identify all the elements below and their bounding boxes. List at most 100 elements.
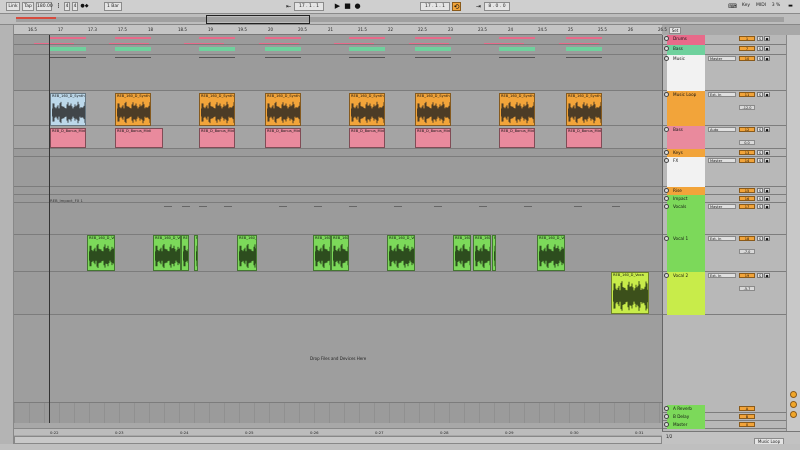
drums-clip-stripe[interactable] <box>415 37 451 39</box>
track-lane[interactable] <box>14 203 662 235</box>
track-lane[interactable] <box>14 45 662 55</box>
set-button[interactable]: Set <box>669 27 681 34</box>
track-io-select[interactable]: Master <box>708 56 736 61</box>
solo-button[interactable]: S <box>757 36 763 41</box>
track-name[interactable]: Rise <box>666 187 706 194</box>
track-activator[interactable]: 18 <box>739 236 755 241</box>
bass-clip-stripe[interactable] <box>115 47 151 51</box>
audio-clip[interactable]: REB_D_Bonus_Midi <box>115 128 163 148</box>
audio-clip[interactable]: REB_160_D_Synth <box>349 93 385 126</box>
tempo-field[interactable]: 180.00 <box>36 2 53 11</box>
track-activator[interactable]: 19 <box>739 273 755 278</box>
track-io-select[interactable]: Auto <box>708 127 736 132</box>
key-map-button[interactable]: Key <box>740 2 752 11</box>
audio-clip[interactable]: REB_160_D_Voca <box>611 272 649 314</box>
audio-clip[interactable]: REB_160_D_Voca <box>473 235 491 271</box>
link-button[interactable]: Link <box>6 2 20 11</box>
bass-clip-stripe[interactable] <box>349 47 385 51</box>
return-activator[interactable]: 0 <box>739 422 755 427</box>
bass-clip-stripe[interactable] <box>265 47 301 51</box>
track-activator[interactable]: 1 <box>739 36 755 41</box>
track-header[interactable]: Rise 15 S ● <box>663 187 787 195</box>
audio-clip[interactable]: REB_160_D_Voca <box>492 235 496 271</box>
track-activator[interactable]: 15 <box>739 188 755 193</box>
computer-keyboard-icon[interactable]: ⌨ <box>728 2 737 11</box>
audio-clip[interactable]: REB_160_D_Voca <box>331 235 349 271</box>
time-ruler[interactable]: 0:22 0:23 0:24 0:25 0:26 0:27 0:28 0:29 0:30 0:31 <box>14 428 662 435</box>
track-activator[interactable]: 10 <box>739 56 755 61</box>
audio-clip[interactable]: REB_D_Bonus_Midi <box>566 128 602 148</box>
audio-clip[interactable]: REB_160_D_Voca <box>181 235 189 271</box>
loop-start-field[interactable]: 17 . 1 . 1 <box>420 2 450 11</box>
play-icon[interactable]: ▶ <box>333 2 342 11</box>
music-clip-stripe[interactable] <box>499 57 535 58</box>
track-header[interactable]: Keys 13 S ● <box>663 149 787 157</box>
horizontal-scrollbar[interactable] <box>14 436 662 444</box>
audio-clip[interactable]: REB_160_D_Synth <box>265 93 301 126</box>
track-name[interactable]: Vocals <box>666 203 706 210</box>
track-name[interactable]: Drums <box>666 35 706 42</box>
track-header[interactable]: Vocal 1 Ext. In 18 S ● -7.0 <box>663 235 787 272</box>
track-lane[interactable] <box>14 91 662 126</box>
return-track-header[interactable]: A Reverb A <box>663 405 787 413</box>
arm-button[interactable]: ● <box>764 127 770 132</box>
track-name[interactable]: Music <box>666 55 706 62</box>
track-activator[interactable]: 16 <box>739 196 755 201</box>
zoom-out-icon[interactable] <box>790 411 797 418</box>
track-io-select[interactable]: Master <box>708 158 736 163</box>
track-lane[interactable] <box>14 157 662 187</box>
arrangement-position-icon[interactable]: ⇤ <box>284 2 293 11</box>
solo-button[interactable]: S <box>757 127 763 132</box>
zoom-in-icon[interactable] <box>790 391 797 398</box>
drums-clip-stripe[interactable] <box>566 37 602 39</box>
track-lane[interactable] <box>14 126 662 149</box>
audio-clip[interactable]: REB_160_D_Voca <box>537 235 565 271</box>
return-name[interactable]: A Reverb <box>666 405 706 412</box>
arm-button[interactable]: ● <box>764 204 770 209</box>
music-clip-stripe[interactable] <box>199 57 235 58</box>
drums-clip-stripe[interactable] <box>115 37 151 39</box>
music-clip-stripe[interactable] <box>265 57 301 58</box>
bass-clip-stripe[interactable] <box>499 47 535 51</box>
audio-clip[interactable]: REB_D_Bonus_Midi <box>50 128 86 148</box>
audio-clip[interactable]: REB_160_D_Voca <box>87 235 115 271</box>
solo-button[interactable]: S <box>757 150 763 155</box>
punch-icon[interactable]: ⇥ <box>474 2 483 11</box>
audio-clip[interactable]: REB_160_D_Voca <box>387 235 415 271</box>
track-io-select[interactable]: Ext. In <box>708 273 736 278</box>
track-lane[interactable] <box>14 149 662 157</box>
audio-clip[interactable]: REB_160_D_Voca <box>194 235 198 271</box>
music-clip-stripe[interactable] <box>415 57 451 58</box>
arm-button[interactable]: ● <box>764 46 770 51</box>
audio-clip[interactable]: REB_160_D_Voca <box>153 235 181 271</box>
audio-clip[interactable]: REB_D_Bonus_Midi <box>199 128 235 148</box>
record-icon[interactable]: ● <box>353 2 362 11</box>
bass-clip-stripe[interactable] <box>415 47 451 51</box>
signature-numerator[interactable]: 4 <box>64 2 70 11</box>
solo-button[interactable]: S <box>757 236 763 241</box>
audio-clip[interactable]: REB_160_D_Synth <box>115 93 151 126</box>
return-activator[interactable]: B <box>739 414 755 419</box>
track-name[interactable]: Music Loop <box>666 91 706 98</box>
track-header[interactable]: Impact 16 S ● <box>663 195 787 203</box>
music-clip-stripe[interactable] <box>50 57 86 58</box>
beat-time-ruler[interactable]: 16.5 17 17.3 17.5 18 18.5 19 19.5 20 20.5 21 21.5 22… <box>14 25 667 35</box>
audio-clip[interactable]: REB_160_D_Synth <box>566 93 602 126</box>
metronome-icon[interactable]: ⁞ <box>54 2 63 11</box>
track-header[interactable]: Drums 1 S ● <box>663 35 787 45</box>
arrangement-overview[interactable] <box>0 14 800 25</box>
track-activator[interactable]: 7 <box>739 46 755 51</box>
arm-button[interactable]: ● <box>764 158 770 163</box>
midi-map-button[interactable]: MIDI <box>754 2 768 11</box>
groove-icon[interactable]: ●◆ <box>80 2 89 11</box>
audio-clip[interactable]: REB_D_Bonus_Midi <box>265 128 301 148</box>
loop-switch-icon[interactable]: ⟲ <box>452 2 461 11</box>
return-track-header[interactable]: Master 0 <box>663 421 787 429</box>
solo-button[interactable]: S <box>757 158 763 163</box>
bass-clip-stripe[interactable] <box>199 47 235 51</box>
track-header[interactable]: Vocals Master 17 S ● <box>663 203 787 235</box>
audio-clip[interactable]: REB_160_D_Voca <box>313 235 331 271</box>
solo-button[interactable]: S <box>757 204 763 209</box>
solo-button[interactable]: S <box>757 46 763 51</box>
audio-clip[interactable]: REB_D_Bonus_Midi <box>349 128 385 148</box>
